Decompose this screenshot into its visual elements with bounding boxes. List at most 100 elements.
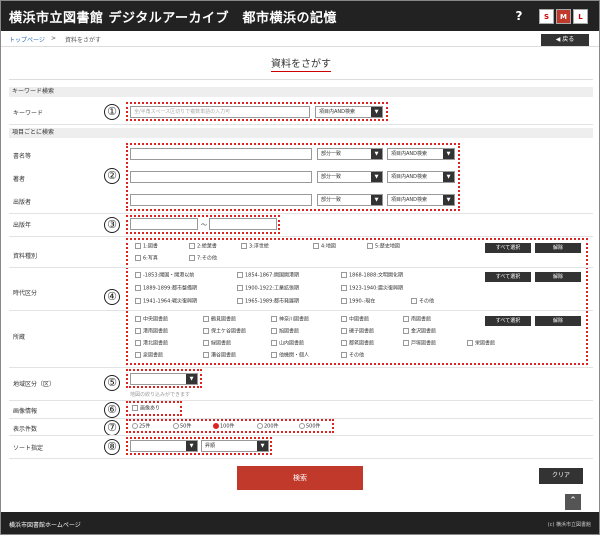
period-option[interactable]: 1923-1940:震災復興期 bbox=[341, 285, 403, 293]
holding-select-all-button[interactable]: すべて選択 bbox=[485, 316, 531, 326]
chevron-down-icon: ▼ bbox=[443, 172, 454, 182]
image-available-checkbox[interactable]: 画像あり bbox=[132, 405, 160, 413]
period-select-all-button[interactable]: すべて選択 bbox=[485, 272, 531, 282]
chevron-down-icon: ▼ bbox=[443, 195, 454, 205]
search-button[interactable]: 検索 bbox=[237, 466, 363, 490]
font-size-large-button[interactable]: L bbox=[573, 9, 588, 24]
clear-button[interactable]: クリア bbox=[539, 468, 583, 484]
period-option[interactable]: 1854-1867:開国開港期 bbox=[237, 272, 299, 280]
back-button[interactable]: ◀ 戻る bbox=[541, 34, 589, 46]
per-page-label: 表示件数 bbox=[13, 426, 38, 433]
divider bbox=[9, 458, 593, 459]
holding-option[interactable]: 泉図書館 bbox=[135, 352, 163, 360]
per-page-25-radio[interactable]: 25件 bbox=[132, 423, 150, 431]
title-underline bbox=[271, 71, 331, 72]
per-page-500-radio[interactable]: 500件 bbox=[299, 423, 321, 431]
period-clear-button[interactable]: 解除 bbox=[535, 272, 581, 282]
marker-6: ⑥ bbox=[104, 402, 120, 418]
material-type-option[interactable]: 5:歴史地図 bbox=[367, 243, 400, 251]
per-page-50-radio[interactable]: 50件 bbox=[173, 423, 191, 431]
font-size-small-button[interactable]: S bbox=[539, 9, 554, 24]
holding-option[interactable]: その他 bbox=[341, 352, 364, 360]
author-input[interactable] bbox=[130, 171, 312, 183]
holding-option[interactable]: 保土ケ谷図書館 bbox=[203, 328, 246, 336]
period-option[interactable]: その他 bbox=[411, 298, 434, 306]
scroll-top-icon[interactable]: ⌃ bbox=[565, 494, 581, 510]
publisher-input[interactable] bbox=[130, 194, 312, 206]
chevron-down-icon: ▼ bbox=[186, 374, 197, 384]
material-type-clear-button[interactable]: 解除 bbox=[535, 243, 581, 253]
period-option[interactable]: 1990-:現在 bbox=[341, 298, 375, 306]
region-label: 地域区分（区） bbox=[13, 381, 56, 388]
material-type-label: 資料種別 bbox=[13, 253, 38, 260]
material-type-select-all-button[interactable]: すべて選択 bbox=[485, 243, 531, 253]
holding-option[interactable]: 栄図書館 bbox=[467, 340, 495, 348]
period-option[interactable]: 1900-1922:工業拡張期 bbox=[237, 285, 299, 293]
keyword-input[interactable]: 全/半角スペース区切りで複数単語の入力可 bbox=[130, 106, 310, 118]
period-option[interactable]: 1889-1899:都市整備期 bbox=[135, 285, 197, 293]
holding-option[interactable]: 南図書館 bbox=[403, 316, 431, 324]
holding-option[interactable]: 戸塚図書館 bbox=[403, 340, 436, 348]
per-page-100-radio[interactable]: 100件 bbox=[213, 423, 235, 431]
keyword-label: キーワード bbox=[13, 110, 44, 117]
marker-1: ① bbox=[104, 104, 120, 120]
material-type-option[interactable]: 2:絵葉書 bbox=[189, 243, 217, 251]
page-frame: 横浜市立図書館 デジタルアーカイブ 都市横浜の記憶 ? S M L トップページ… bbox=[0, 0, 600, 535]
holding-option[interactable]: 他機関・個人 bbox=[271, 352, 309, 360]
author-mode-select[interactable]: 項目内AND検索 ▼ bbox=[387, 171, 455, 183]
divider bbox=[9, 267, 593, 268]
site-footer: 横浜市図書館ホームページ (c) 横浜市立図書館 bbox=[1, 512, 599, 534]
material-type-option[interactable]: 3:浮世絵 bbox=[241, 243, 269, 251]
author-match-select[interactable]: 部分一致 ▼ bbox=[317, 171, 383, 183]
breadcrumb-home-link[interactable]: トップページ bbox=[9, 35, 45, 44]
holding-option[interactable]: 瀬谷図書館 bbox=[203, 352, 236, 360]
site-title[interactable]: 横浜市立図書館 デジタルアーカイブ 都市横浜の記憶 bbox=[9, 7, 337, 26]
year-to-input[interactable] bbox=[209, 218, 277, 230]
per-page-200-radio[interactable]: 200件 bbox=[257, 423, 279, 431]
title-mode-select[interactable]: 項目内AND検索 ▼ bbox=[387, 148, 455, 160]
holding-option[interactable]: 磯子図書館 bbox=[341, 328, 374, 336]
breadcrumb-separator: > bbox=[51, 35, 57, 42]
material-type-option[interactable]: 1:図書 bbox=[135, 243, 158, 251]
material-type-option[interactable]: 4:地図 bbox=[313, 243, 336, 251]
year-from-input[interactable] bbox=[130, 218, 198, 230]
holding-option[interactable]: 金沢図書館 bbox=[403, 328, 436, 336]
title-match-select[interactable]: 部分一致 ▼ bbox=[317, 148, 383, 160]
keyword-section-heading: キーワード検索 bbox=[9, 87, 593, 97]
holding-clear-button[interactable]: 解除 bbox=[535, 316, 581, 326]
material-type-option[interactable]: 7:その他 bbox=[189, 255, 217, 263]
period-option[interactable]: 1965-1989:都市発展期 bbox=[237, 298, 299, 306]
period-option[interactable]: 1941-1964:戦災復興期 bbox=[135, 298, 197, 306]
title-input[interactable] bbox=[130, 148, 312, 160]
marker-8: ⑧ bbox=[104, 439, 120, 455]
region-select[interactable]: ▼ bbox=[130, 373, 198, 385]
holding-option[interactable]: 中央図書館 bbox=[135, 316, 168, 324]
sort-order-select[interactable]: 昇順 ▼ bbox=[201, 440, 269, 452]
marker-3: ③ bbox=[104, 217, 120, 233]
publisher-match-select[interactable]: 部分一致 ▼ bbox=[317, 194, 383, 206]
holding-option[interactable]: 中図書館 bbox=[341, 316, 369, 324]
title-label: 書名等 bbox=[13, 153, 32, 160]
holding-option[interactable]: 鶴見図書館 bbox=[203, 316, 236, 324]
keyword-mode-select[interactable]: 項目内AND検索 ▼ bbox=[315, 106, 383, 118]
publisher-mode-select[interactable]: 項目内AND検索 ▼ bbox=[387, 194, 455, 206]
help-icon[interactable]: ? bbox=[509, 6, 529, 26]
holding-option[interactable]: 港南図書館 bbox=[135, 328, 168, 336]
material-type-option[interactable]: 6:写真 bbox=[135, 255, 158, 263]
period-option[interactable]: 1868-1888:文明開化期 bbox=[341, 272, 403, 280]
chevron-down-icon: ▼ bbox=[186, 441, 197, 451]
holding-option[interactable]: 都筑図書館 bbox=[341, 340, 374, 348]
divider bbox=[9, 310, 593, 311]
holding-option[interactable]: 神奈川図書館 bbox=[271, 316, 309, 324]
holding-option[interactable]: 緑図書館 bbox=[203, 340, 231, 348]
chevron-down-icon: ▼ bbox=[371, 172, 382, 182]
holding-option[interactable]: 旭図書館 bbox=[271, 328, 299, 336]
library-homepage-link[interactable]: 横浜市図書館ホームページ bbox=[9, 520, 81, 529]
year-range-separator: ～ bbox=[201, 222, 208, 229]
holding-option[interactable]: 山内図書館 bbox=[271, 340, 304, 348]
period-option[interactable]: -1853:開国・開港以前 bbox=[135, 272, 194, 280]
sort-field-select[interactable]: ▼ bbox=[130, 440, 198, 452]
divider bbox=[9, 400, 593, 401]
font-size-medium-button[interactable]: M bbox=[556, 9, 571, 24]
holding-option[interactable]: 港北図書館 bbox=[135, 340, 168, 348]
